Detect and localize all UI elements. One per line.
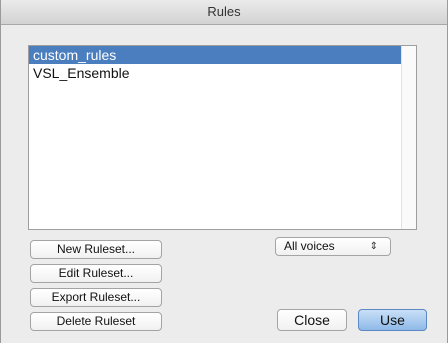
updown-arrows-icon: ⇕ bbox=[369, 241, 378, 252]
edit-ruleset-button[interactable]: Edit Ruleset... bbox=[30, 264, 162, 283]
window-title: Rules bbox=[1, 0, 447, 25]
ruleset-item-custom-rules[interactable]: custom_rules bbox=[29, 46, 416, 64]
voices-select-value: All voices bbox=[284, 239, 335, 253]
export-ruleset-button[interactable]: Export Ruleset... bbox=[30, 288, 162, 307]
voices-select[interactable]: All voices ⇕ bbox=[275, 237, 391, 256]
use-button[interactable]: Use bbox=[358, 309, 427, 331]
rules-window: Rules custom_rules VSL_Ensemble New Rule… bbox=[0, 0, 448, 343]
new-ruleset-button[interactable]: New Ruleset... bbox=[30, 240, 162, 259]
ruleset-list[interactable]: custom_rules VSL_Ensemble bbox=[28, 45, 417, 230]
list-scrollbar[interactable] bbox=[401, 46, 416, 229]
ruleset-item-vsl-ensemble[interactable]: VSL_Ensemble bbox=[29, 64, 416, 82]
close-button[interactable]: Close bbox=[277, 309, 347, 331]
delete-ruleset-button[interactable]: Delete Ruleset bbox=[30, 312, 162, 331]
